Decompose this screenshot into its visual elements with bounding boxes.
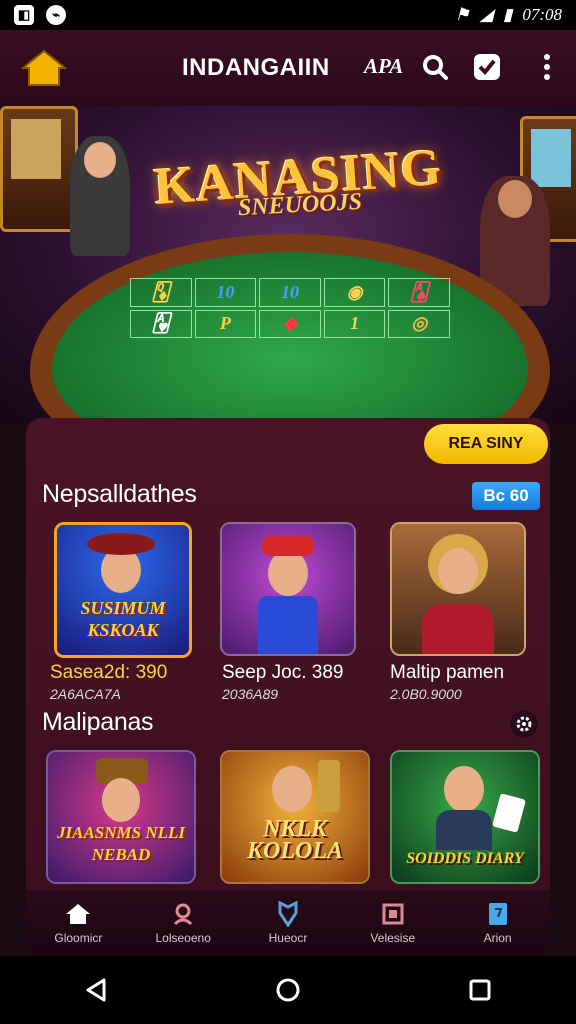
game-card-4[interactable]: JIAASNMS NLLI NEBAD	[46, 750, 196, 884]
game-card-art: SUSIMUM KSKOAK	[57, 525, 189, 655]
game-card-art	[392, 524, 524, 654]
hero-banner[interactable]: 🃍 10 10 ◉ 🂡 🂱 P ◆ 1 ◎ KANASING SNEUOOJS	[0, 106, 576, 424]
game-card-logo: SOIDDIS DIARY	[406, 850, 524, 867]
system-nav-bar	[0, 956, 576, 1024]
slot-machine-left	[0, 106, 78, 232]
grid-cell: P	[194, 309, 257, 339]
grid-cell: 🂡	[388, 278, 450, 307]
gem-icon	[275, 901, 301, 927]
home-system-button[interactable]	[268, 970, 308, 1010]
promo-button[interactable]: REA SINY	[424, 424, 548, 464]
nav-label: Gloomicr	[54, 931, 103, 945]
home-circle-icon	[276, 978, 300, 1002]
game-card-art: SOIDDIS DIARY	[392, 752, 538, 882]
section-badge[interactable]: Bc 60	[472, 482, 540, 510]
profile-icon	[170, 901, 196, 927]
game-sub-2: 2036A89	[222, 686, 279, 702]
grid-cell: 🂱	[130, 309, 192, 339]
app-subtitle: APA	[364, 54, 404, 78]
nav-item-bookmark[interactable]: Arion	[453, 901, 543, 945]
more-menu-button[interactable]	[530, 50, 564, 84]
section-title-popular: Malipanas	[42, 708, 154, 736]
back-button[interactable]	[76, 970, 116, 1010]
messenger-icon: ⌁	[46, 5, 66, 25]
section-title-featured: Nepsalldathes	[42, 480, 197, 508]
app-top-bar: INDANGAIIN APA	[0, 30, 576, 106]
home-icon	[21, 49, 67, 86]
status-time: 07:08	[522, 5, 562, 24]
betting-grid: 🃍 10 10 ◉ 🂡 🂱 P ◆ 1 ◎	[130, 278, 450, 370]
game-sub-1: 2A6ACA7A	[50, 686, 121, 702]
recents-square-icon	[469, 979, 491, 1001]
grid-cell: ◎	[388, 309, 450, 339]
home-icon	[65, 901, 91, 927]
games-panel: REA SINY Nepsalldathes Bc 60 SUSIMUM KSK…	[26, 418, 550, 952]
nav-item-wallet[interactable]: Velesise	[348, 901, 438, 945]
game-card-art: JIAASNMS NLLI NEBAD	[48, 752, 194, 882]
game-card-logo: NKLK KOLOLA	[247, 816, 343, 864]
grid-cell: ◆	[259, 309, 321, 339]
game-card-logo: JIAASNMS NLLI NEBAD	[56, 823, 185, 864]
grid-cell: ◉	[323, 278, 386, 307]
nav-item-home[interactable]: Gloomicr	[33, 901, 123, 945]
bookmark-icon	[485, 901, 511, 927]
game-card-3[interactable]	[390, 522, 526, 656]
search-icon	[423, 55, 448, 80]
back-triangle-icon	[86, 978, 106, 1002]
nav-label: Lolseoeno	[155, 931, 211, 945]
game-card-2[interactable]	[220, 522, 356, 656]
nav-label: Arion	[483, 931, 512, 945]
game-name-2: Seep Joc. 389	[222, 662, 344, 683]
wallet-icon	[380, 901, 406, 927]
recents-button[interactable]	[460, 970, 500, 1010]
app-title: INDANGAIIN	[182, 54, 330, 81]
nav-item-gem[interactable]: Hueocr	[243, 901, 333, 945]
verified-button[interactable]	[470, 50, 504, 84]
game-card-5[interactable]: NKLK KOLOLA	[220, 750, 370, 884]
home-button[interactable]	[20, 48, 68, 88]
game-card-logo: SUSIMUM KSKOAK	[80, 598, 166, 640]
more-vert-icon	[544, 54, 550, 80]
gear-icon	[516, 716, 532, 732]
grid-cell: 🃍	[130, 278, 192, 307]
notification-icon: ◧	[14, 5, 34, 25]
status-bar: ◧ ⌁ ⚑ ◢ ▮ 07:08	[0, 0, 576, 30]
grid-cell: 10	[259, 278, 321, 307]
grid-cell: 10	[194, 278, 257, 307]
grid-cell: 1	[323, 309, 386, 339]
game-card-6[interactable]: SOIDDIS DIARY	[390, 750, 540, 884]
game-name-3: Maltip pamen	[390, 662, 505, 683]
game-name-1: Sasea2d: 390	[50, 662, 168, 683]
wifi-icon: ◢	[479, 5, 493, 24]
shield-check-icon	[474, 54, 500, 80]
nav-label: Velesise	[370, 931, 416, 945]
game-card-art: NKLK KOLOLA	[222, 752, 368, 882]
battery-icon: ▮	[502, 5, 513, 24]
game-card-1[interactable]: SUSIMUM KSKOAK	[54, 522, 192, 658]
settings-button[interactable]	[510, 710, 538, 738]
search-button[interactable]	[418, 50, 452, 84]
game-sub-3: 2.0B0.9000	[390, 686, 462, 702]
signal-icon: ⚑	[454, 5, 470, 24]
nav-item-profile[interactable]: Lolseoeno	[138, 901, 228, 945]
game-card-art	[222, 524, 354, 654]
nav-label: Hueocr	[268, 931, 308, 945]
bottom-nav: Gloomicr Lolseoeno Hueocr Velesise Arion	[26, 890, 550, 956]
